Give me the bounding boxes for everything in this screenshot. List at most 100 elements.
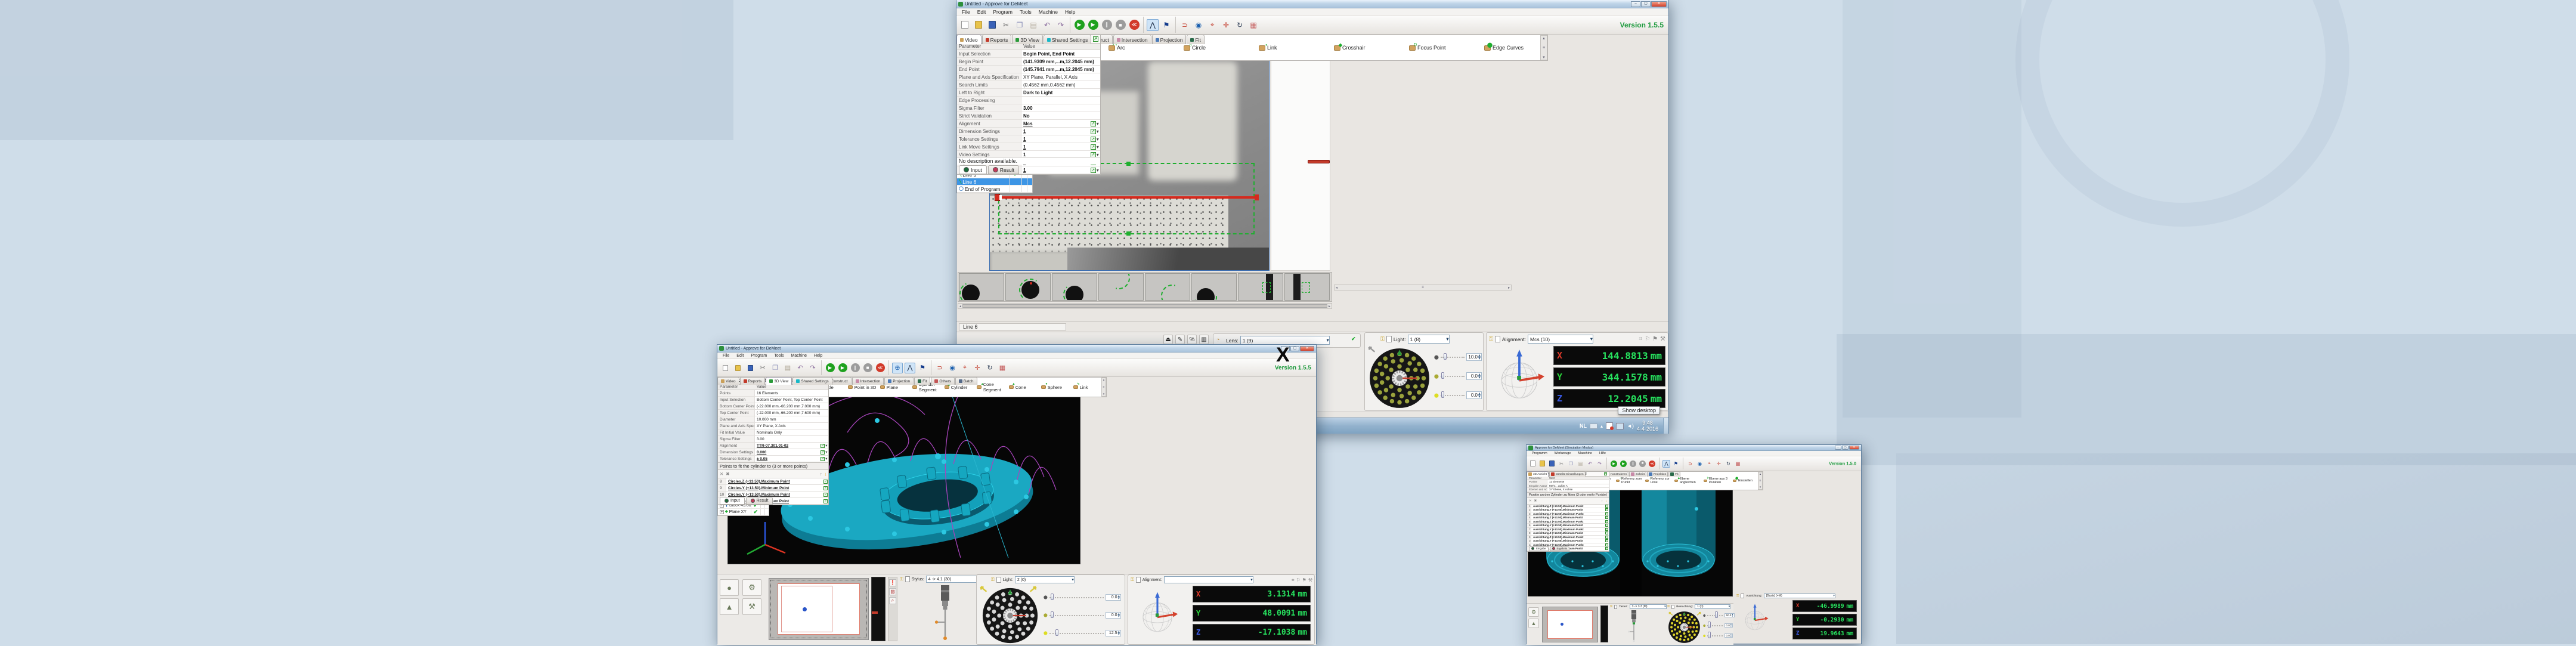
link-settings-icon[interactable]: ↗ [821, 457, 825, 461]
delete-all-points-icon[interactable]: ✖ [1534, 499, 1537, 503]
lock-icon[interactable]: ⚿ [1610, 605, 1612, 609]
slider-track[interactable] [1707, 635, 1723, 636]
spinner-arrows-icon[interactable]: ▴▾ [1730, 634, 1732, 637]
teach-flag-icon[interactable]: ⚑ [1160, 19, 1172, 31]
parameter-row[interactable]: Diameter10.000 mm [718, 416, 828, 423]
alignment-dropdown[interactable]: ▾ [1164, 576, 1253, 583]
splitter-handle[interactable] [1308, 160, 1330, 163]
menu-item-programm[interactable]: Programm [1529, 452, 1550, 455]
parameter-row[interactable]: Edge Processing [957, 97, 1100, 104]
palette-tool-einstellen[interactable]: ⬤Einstellen [1733, 474, 1761, 487]
page-icon[interactable] [1671, 605, 1674, 609]
dropdown-arrow-icon[interactable]: ▾ [1833, 594, 1835, 598]
menu-item-maschine[interactable]: Maschine [1575, 452, 1595, 455]
abort-icon[interactable]: ≪ [1128, 19, 1140, 31]
move-up-icon[interactable]: ↑ [820, 471, 822, 477]
category-tab-projektion[interactable]: Projektion [1647, 471, 1668, 477]
delete-all-points-icon[interactable]: ✖ [726, 471, 729, 477]
alignment-tool-icon[interactable]: ⚒ [1660, 336, 1665, 342]
panel-tool-icon[interactable]: ▨ [889, 588, 896, 595]
dropdown-arrow-icon[interactable]: ▾ [825, 443, 827, 448]
viewport-tab-3d-ansicht[interactable]: 3D Ansicht [1527, 471, 1549, 477]
dropdown-arrow-icon[interactable]: ▾ [1729, 605, 1730, 608]
category-tab-projection[interactable]: Projection [1152, 35, 1187, 44]
slider-thumb[interactable] [1715, 611, 1718, 618]
snapshot-thumbnail[interactable] [1005, 273, 1051, 301]
light-ring-control[interactable] [982, 587, 1039, 645]
pause-icon[interactable]: ∥ [1629, 460, 1637, 468]
move-up-icon[interactable]: ↑ [1601, 499, 1603, 503]
setting-value-link[interactable]: ± 0.05 [755, 457, 821, 461]
fit-point-row[interactable]: 9Circles.Y (+13.50).Minimum Point✓ [718, 485, 828, 492]
link-settings-icon[interactable]: ↗ [1091, 121, 1096, 126]
dropdown-arrow-icon[interactable]: ▾ [1097, 129, 1099, 134]
menu-item-help[interactable]: Help [1062, 9, 1078, 15]
filmstrip-scrollbar[interactable]: ◂▸ [958, 303, 1332, 309]
window-approve-demeet-simulation[interactable]: Approve for DeMeet (Simulation Modus)–▢✕… [1526, 444, 1862, 644]
measure-caliper-icon[interactable]: ⋀ [1662, 460, 1670, 468]
notification-icon[interactable] [1606, 422, 1613, 429]
run-icon[interactable]: ▶ [825, 363, 835, 373]
copy-icon[interactable]: ❐ [1014, 19, 1026, 31]
menu-item-edit[interactable]: Edit [974, 9, 989, 15]
tab-input[interactable]: Input [959, 165, 987, 174]
probe-icon[interactable]: ⚙ [742, 579, 761, 596]
camera-target-icon[interactable]: ◉ [1696, 460, 1704, 468]
palette-tool-link[interactable]: •Link [1259, 38, 1321, 58]
menu-item-program[interactable]: Program [990, 9, 1015, 15]
slider-track[interactable] [1441, 357, 1465, 358]
run-single-icon[interactable]: ▶ [1087, 19, 1099, 31]
cone-icon[interactable]: ▲ [720, 598, 739, 615]
snapshot-thumbnail[interactable] [1052, 273, 1097, 301]
stop-icon[interactable]: ■ [862, 363, 873, 373]
rotate-icon[interactable]: ↻ [984, 363, 995, 373]
parameter-row[interactable]: Search Limits(0.4562 mm,0.4562 mm) [957, 81, 1100, 89]
setting-link-row[interactable]: Dimension Settings1↗▾ [957, 128, 1100, 135]
link-settings-icon[interactable]: ↗ [1091, 137, 1096, 142]
snapshot-thumbnail[interactable] [1284, 273, 1330, 301]
slider-thumb[interactable] [1055, 629, 1058, 636]
ring-rotate-left-icon[interactable] [1667, 611, 1673, 617]
inspect-icon[interactable]: ⌖ [1206, 19, 1218, 31]
panel-tool-icon[interactable]: ⌕ [889, 597, 896, 604]
alignment-tool-icon[interactable]: ⚒ [1308, 577, 1312, 583]
fit-point-link[interactable]: Circles.Z (+13.50).Maximum Point [726, 480, 823, 484]
level-cross-icon[interactable]: ✛ [1220, 19, 1232, 31]
cut-icon[interactable]: ✂ [1558, 460, 1565, 468]
inspect-icon[interactable]: ⌖ [1705, 460, 1713, 468]
tree-hscrollbar[interactable]: ◂≡▸ [1334, 285, 1512, 290]
dropdown-arrow-icon[interactable]: ▾ [1250, 577, 1253, 582]
page-icon[interactable] [1136, 577, 1141, 583]
undo-icon[interactable]: ↶ [795, 363, 806, 373]
snapshot-thumbnail[interactable] [1238, 273, 1283, 301]
copy-icon[interactable]: ❐ [1567, 460, 1575, 468]
dropdown-arrow-icon[interactable]: ▾ [1590, 336, 1593, 342]
run-icon[interactable]: ▶ [1073, 19, 1085, 31]
parameter-row[interactable]: Fit Initial ValueNominals Only [718, 429, 828, 436]
measure-caliper-icon[interactable]: ⋀ [1147, 19, 1159, 31]
sphere-icon[interactable]: ● [720, 579, 739, 596]
spinner-arrows-icon[interactable]: ▴▾ [1478, 373, 1481, 379]
slider-thumb[interactable] [1051, 594, 1054, 600]
dropdown-arrow-icon[interactable]: ▾ [1446, 336, 1448, 342]
spinner-arrows-icon[interactable]: ▴▾ [1478, 354, 1481, 360]
menu-item-tools[interactable]: Tools [1017, 9, 1035, 15]
maximize-button[interactable]: ▢ [1842, 446, 1849, 450]
stop-icon[interactable]: ■ [1639, 460, 1646, 468]
viewport-tab-video[interactable]: Video [956, 35, 982, 44]
menu-item-edit[interactable]: Edit [733, 354, 747, 358]
viewport-tab-reports[interactable]: Reports [982, 35, 1012, 44]
setting-link-row[interactable]: Dimension Settings0.000↗▾ [718, 449, 828, 456]
camera-target-icon[interactable]: ◉ [947, 363, 958, 373]
open-folder-icon[interactable] [1538, 460, 1546, 468]
slider-track[interactable] [1707, 625, 1723, 626]
page-icon[interactable] [996, 577, 1001, 583]
window-approve-demeet-touch[interactable]: Untitled - Approve for DeMeet–▢✕FileEdit… [717, 344, 1317, 644]
page-icon[interactable] [1386, 336, 1392, 342]
fit-point-link[interactable]: Ausrichtung.Y (+13.50).Minimum Punkt [1531, 524, 1605, 527]
spinner-arrows-icon[interactable]: ▴▾ [1478, 392, 1481, 398]
copy-icon[interactable]: ❐ [770, 363, 781, 373]
camera-target-icon[interactable]: ◉ [1193, 19, 1205, 31]
paste-icon[interactable]: ▤ [1577, 460, 1584, 468]
snapshot-thumbnail[interactable] [1191, 273, 1237, 301]
